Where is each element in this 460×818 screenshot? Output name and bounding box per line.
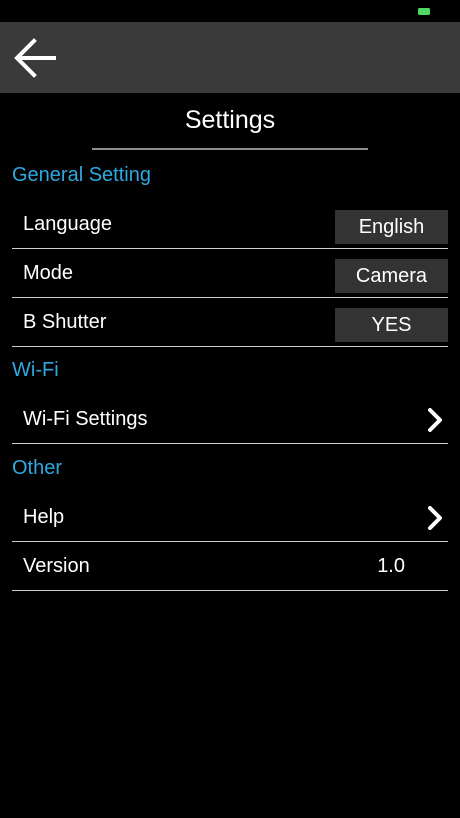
battery-icon bbox=[418, 8, 430, 15]
page-title: Settings bbox=[184, 106, 276, 134]
row-label: Wi-Fi Settings bbox=[23, 408, 148, 430]
chevron-right-icon bbox=[428, 408, 442, 432]
row-label: Mode bbox=[23, 262, 74, 284]
settings-row-version: Version 1.0 bbox=[12, 542, 448, 591]
row-label: Help bbox=[23, 506, 65, 528]
row-label: B Shutter bbox=[23, 311, 107, 333]
settings-row-b-shutter: B Shutter YES bbox=[12, 298, 448, 347]
settings-row-mode: Mode Camera bbox=[12, 249, 448, 298]
status-bar bbox=[0, 0, 460, 22]
mode-select-button[interactable]: Camera bbox=[335, 259, 448, 293]
arrow-left-icon bbox=[14, 38, 56, 78]
settings-row-wifi-settings[interactable]: Wi-Fi Settings bbox=[12, 395, 448, 444]
settings-row-help[interactable]: Help bbox=[12, 493, 448, 542]
b-shutter-toggle-button[interactable]: YES bbox=[335, 308, 448, 342]
title-underline bbox=[92, 148, 368, 150]
back-button[interactable] bbox=[12, 36, 58, 80]
language-select-button[interactable]: English bbox=[335, 210, 448, 244]
row-label: Language bbox=[23, 213, 112, 235]
chevron-right-icon bbox=[428, 506, 442, 530]
settings-row-language: Language English bbox=[12, 200, 448, 249]
version-value: 1.0 bbox=[377, 555, 405, 577]
section-header-general: General Setting bbox=[12, 164, 151, 186]
section-header-wifi: Wi-Fi bbox=[12, 359, 59, 381]
nav-bar bbox=[0, 22, 460, 93]
section-header-other: Other bbox=[12, 457, 63, 479]
row-label: Version bbox=[23, 555, 90, 577]
